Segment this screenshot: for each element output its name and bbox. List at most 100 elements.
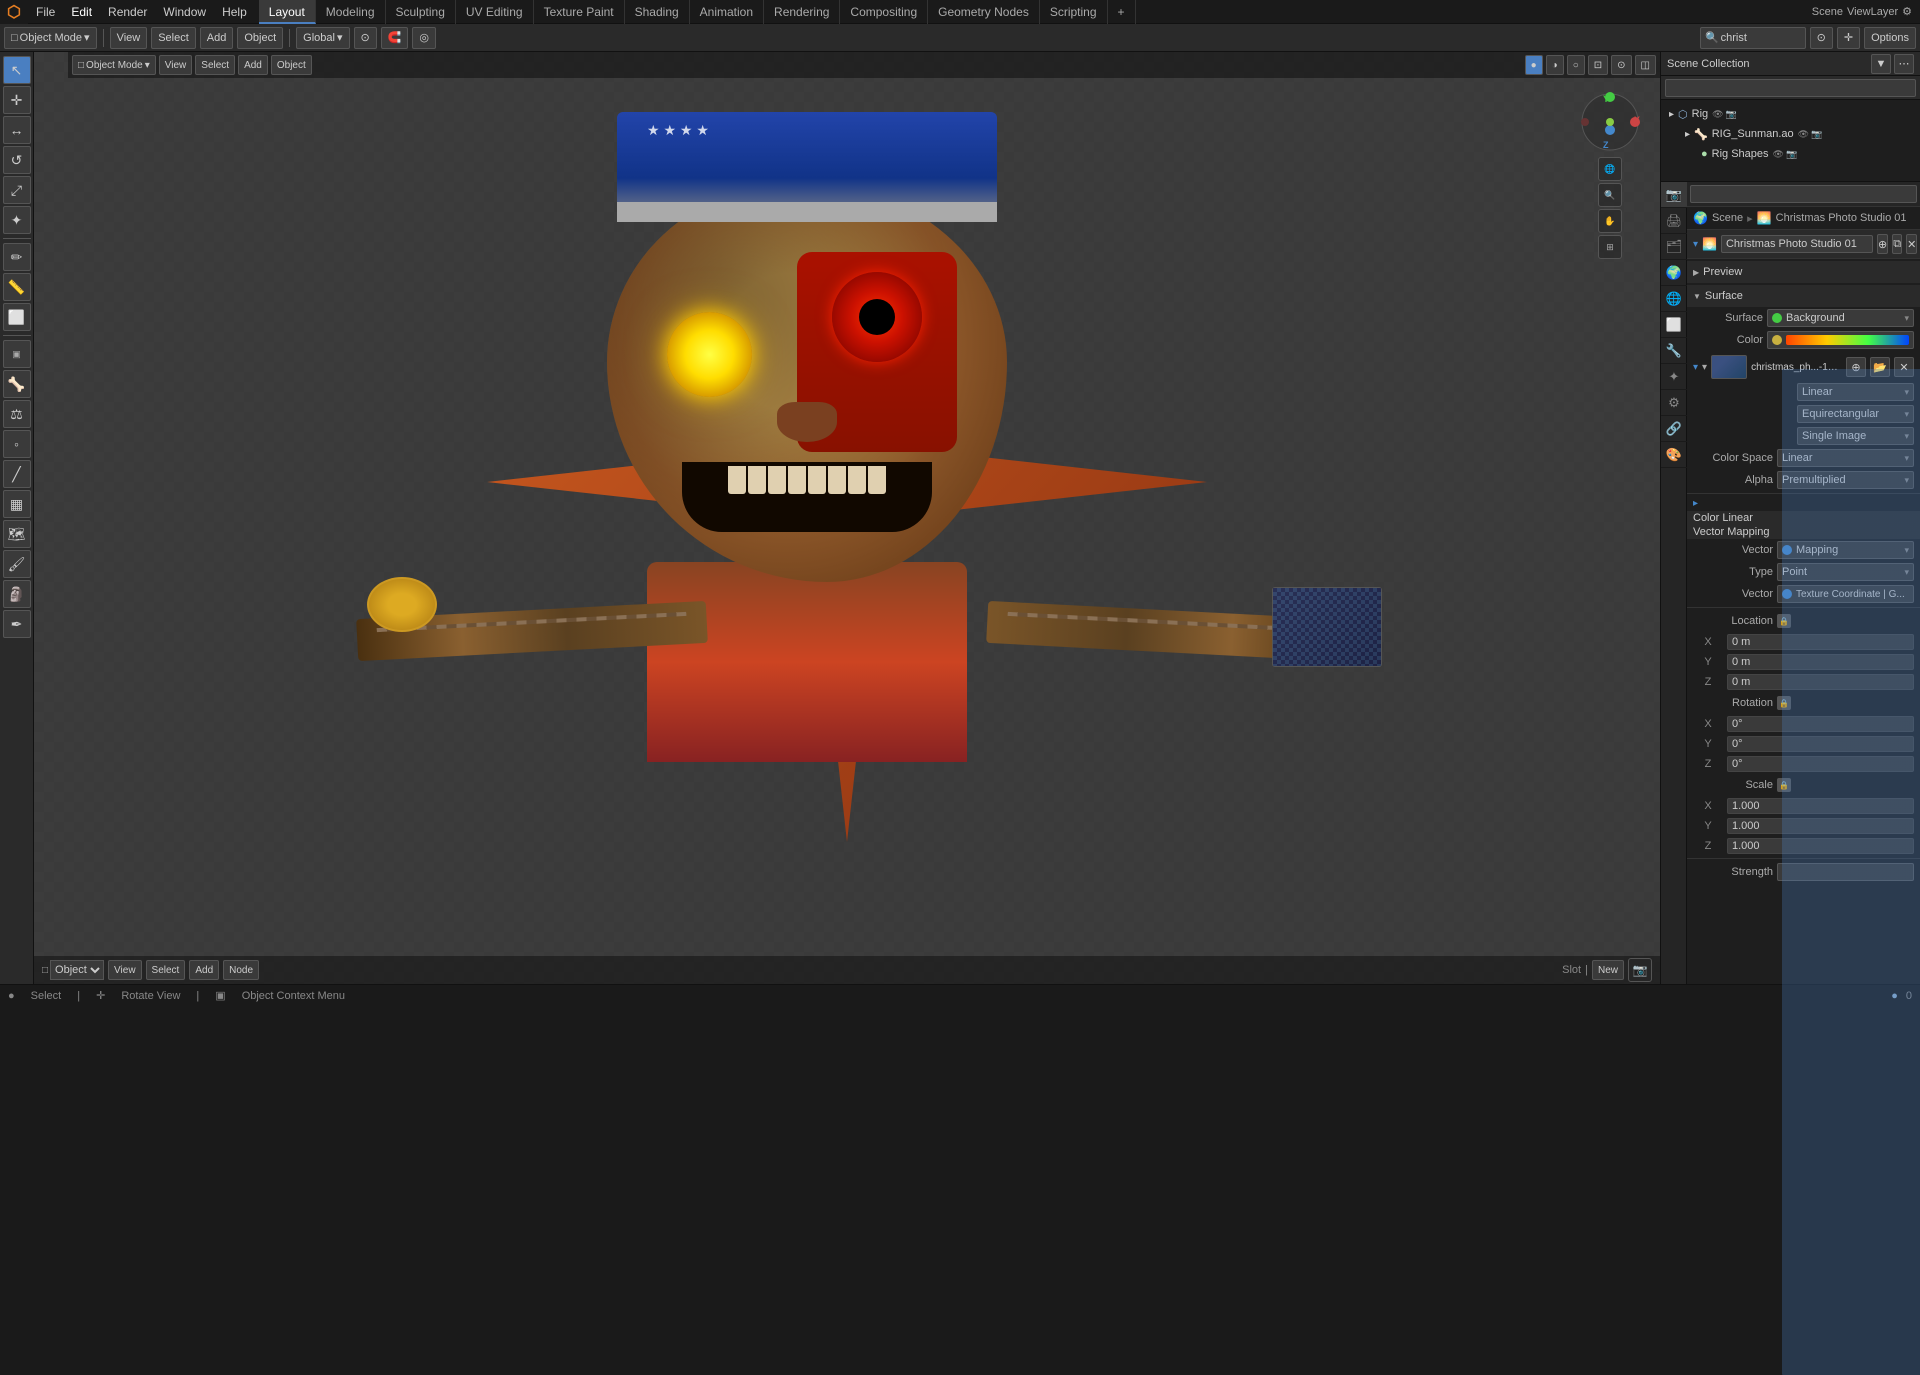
pivot-btn[interactable]: ⊙ [354, 27, 377, 49]
sunman-vis[interactable]: 👁 [1798, 129, 1809, 140]
vp-bottom-node[interactable]: Node [223, 960, 259, 980]
options-btn[interactable]: Options [1864, 27, 1916, 49]
outliner-item-rig-shapes[interactable]: ● Rig Shapes 👁 📷 [1665, 144, 1916, 164]
tool-cursor[interactable]: ✛ [3, 86, 31, 114]
tab-animation[interactable]: Animation [690, 0, 764, 24]
preview-section-header[interactable]: Preview [1687, 261, 1920, 283]
solid-shading-btn[interactable]: ● [1525, 55, 1543, 75]
vector-expand[interactable]: ▸ [1693, 498, 1698, 509]
props-tab-material[interactable]: 🎨 [1661, 442, 1687, 468]
menu-help[interactable]: Help [214, 0, 255, 24]
tab-compositing[interactable]: Compositing [840, 0, 928, 24]
new-btn[interactable]: New [1592, 960, 1624, 980]
surface-type-select[interactable]: Background ▾ [1767, 309, 1914, 327]
menu-window[interactable]: Window [155, 0, 214, 24]
overlay-toggle[interactable]: ⊙ [1611, 55, 1631, 75]
props-tab-object[interactable]: ⬜ [1661, 312, 1687, 338]
tool-add-cube[interactable]: ⬜ [3, 303, 31, 331]
tool-transform[interactable]: ✦ [3, 206, 31, 234]
tab-scripting[interactable]: Scripting [1040, 0, 1108, 24]
menu-edit[interactable]: Edit [63, 0, 100, 24]
vp-add-btn[interactable]: Add [238, 55, 268, 75]
render-engine-icon[interactable]: ⚙ [1902, 5, 1912, 18]
gizmo-btn[interactable]: ✛ [1837, 27, 1860, 49]
outliner-search-input[interactable] [1665, 79, 1916, 97]
proportional-btn[interactable]: ◎ [412, 27, 436, 49]
vp-bottom-add[interactable]: Add [189, 960, 219, 980]
tool-annotate[interactable]: ✏ [3, 243, 31, 271]
rig-render-icon[interactable]: 📷 [1726, 109, 1737, 120]
tool-paint[interactable]: 🖌 [3, 550, 31, 578]
props-tab-output[interactable]: 🖨 [1661, 208, 1687, 234]
select-btn[interactable]: Select [151, 27, 196, 49]
tab-sculpting[interactable]: Sculpting [386, 0, 456, 24]
props-tab-world[interactable]: 🌐 [1661, 286, 1687, 312]
tool-vertex[interactable]: ◦ [3, 430, 31, 458]
outliner-options-btn[interactable]: ⋯ [1894, 54, 1914, 74]
gizmo-render-btn[interactable]: ⊞ [1598, 235, 1622, 259]
props-tab-scene[interactable]: 🌍 [1661, 260, 1687, 286]
props-tab-particles[interactable]: ✦ [1661, 364, 1687, 390]
vp-bottom-view[interactable]: View [108, 960, 142, 980]
material-shading-btn[interactable]: ◑ [1546, 55, 1564, 75]
material-name-input[interactable] [1721, 235, 1873, 253]
gizmo-persp-btn[interactable]: 🌐 [1598, 157, 1622, 181]
tool-uv[interactable]: 🗺 [3, 520, 31, 548]
shapes-vis[interactable]: 👁 [1773, 149, 1784, 160]
wireframe-btn[interactable]: ⊡ [1588, 55, 1608, 75]
vp-view-btn[interactable]: View [159, 55, 193, 75]
tool-measure[interactable]: 📏 [3, 273, 31, 301]
tab-geometry-nodes[interactable]: Geometry Nodes [928, 0, 1040, 24]
transform-selector[interactable]: Global ▾ [296, 27, 349, 49]
tool-face[interactable]: ▦ [3, 490, 31, 518]
3d-viewport[interactable]: □ Object Mode ▾ View Select Add Object ●… [34, 52, 1660, 984]
tool-pose[interactable]: 🦴 [3, 370, 31, 398]
camera-icon-btn[interactable]: 📷 [1628, 958, 1652, 982]
mat-delete-btn[interactable]: ✕ [1906, 234, 1917, 254]
props-tab-render[interactable]: 📷 [1661, 182, 1687, 208]
outliner-item-rig-sunman[interactable]: ▸ 🦴 RIG_Sunman.ao 👁 📷 [1665, 124, 1916, 144]
vp-bottom-select[interactable]: Select [146, 960, 186, 980]
vp-select-btn[interactable]: Select [195, 55, 235, 75]
tool-edge[interactable]: ╱ [3, 460, 31, 488]
shapes-render[interactable]: 📷 [1786, 149, 1797, 160]
gizmo-pan-btn[interactable]: ✋ [1598, 209, 1622, 233]
tool-weight[interactable]: ⚖ [3, 400, 31, 428]
tab-add[interactable]: + [1108, 0, 1136, 24]
outliner-item-rig[interactable]: ▸ ⬡ Rig 👁 📷 [1665, 104, 1916, 124]
overlay-btn[interactable]: ⊙ [1810, 27, 1833, 49]
tool-move[interactable]: ↔ [3, 116, 31, 144]
vp-bottom-mode-select[interactable]: Object [50, 960, 104, 980]
strength-value[interactable] [1777, 863, 1914, 881]
props-tab-physics[interactable]: ⚙ [1661, 390, 1687, 416]
viewport-search[interactable]: 🔍 [1700, 27, 1806, 49]
add-btn[interactable]: Add [200, 27, 234, 49]
tab-layout[interactable]: Layout [259, 0, 316, 24]
color-value-row[interactable] [1767, 331, 1914, 349]
tool-rotate[interactable]: ↺ [3, 146, 31, 174]
search-input[interactable] [1721, 32, 1801, 44]
sunman-render[interactable]: 📷 [1811, 129, 1822, 140]
outliner-filter-btn[interactable]: ▼ [1871, 54, 1891, 74]
props-search-input[interactable] [1690, 185, 1917, 203]
snap-btn[interactable]: 🧲 [381, 27, 409, 49]
object-btn[interactable]: Object [237, 27, 283, 49]
props-tab-modifier[interactable]: 🔧 [1661, 338, 1687, 364]
tab-uv-editing[interactable]: UV Editing [456, 0, 534, 24]
view-btn[interactable]: View [110, 27, 148, 49]
menu-file[interactable]: File [28, 0, 63, 24]
tool-select[interactable]: ↖ [3, 56, 31, 84]
rig-vis-icon[interactable]: 👁 [1712, 109, 1723, 120]
mat-copy-btn[interactable]: ⧉ [1892, 234, 1902, 254]
tab-rendering[interactable]: Rendering [764, 0, 840, 24]
tool-scale[interactable]: ⤢ [3, 176, 31, 204]
xray-toggle[interactable]: ◫ [1635, 55, 1656, 75]
vp-mode-btn[interactable]: □ Object Mode ▾ [72, 55, 156, 75]
vp-object-btn[interactable]: Object [271, 55, 312, 75]
mat-new-btn[interactable]: ⊕ [1877, 234, 1888, 254]
tab-shading[interactable]: Shading [625, 0, 690, 24]
tool-sculpt[interactable]: 🗿 [3, 580, 31, 608]
surface-section-header[interactable]: Surface [1687, 285, 1920, 307]
rendered-shading-btn[interactable]: ○ [1567, 55, 1585, 75]
mode-selector[interactable]: □ Object Mode ▾ [4, 27, 97, 49]
